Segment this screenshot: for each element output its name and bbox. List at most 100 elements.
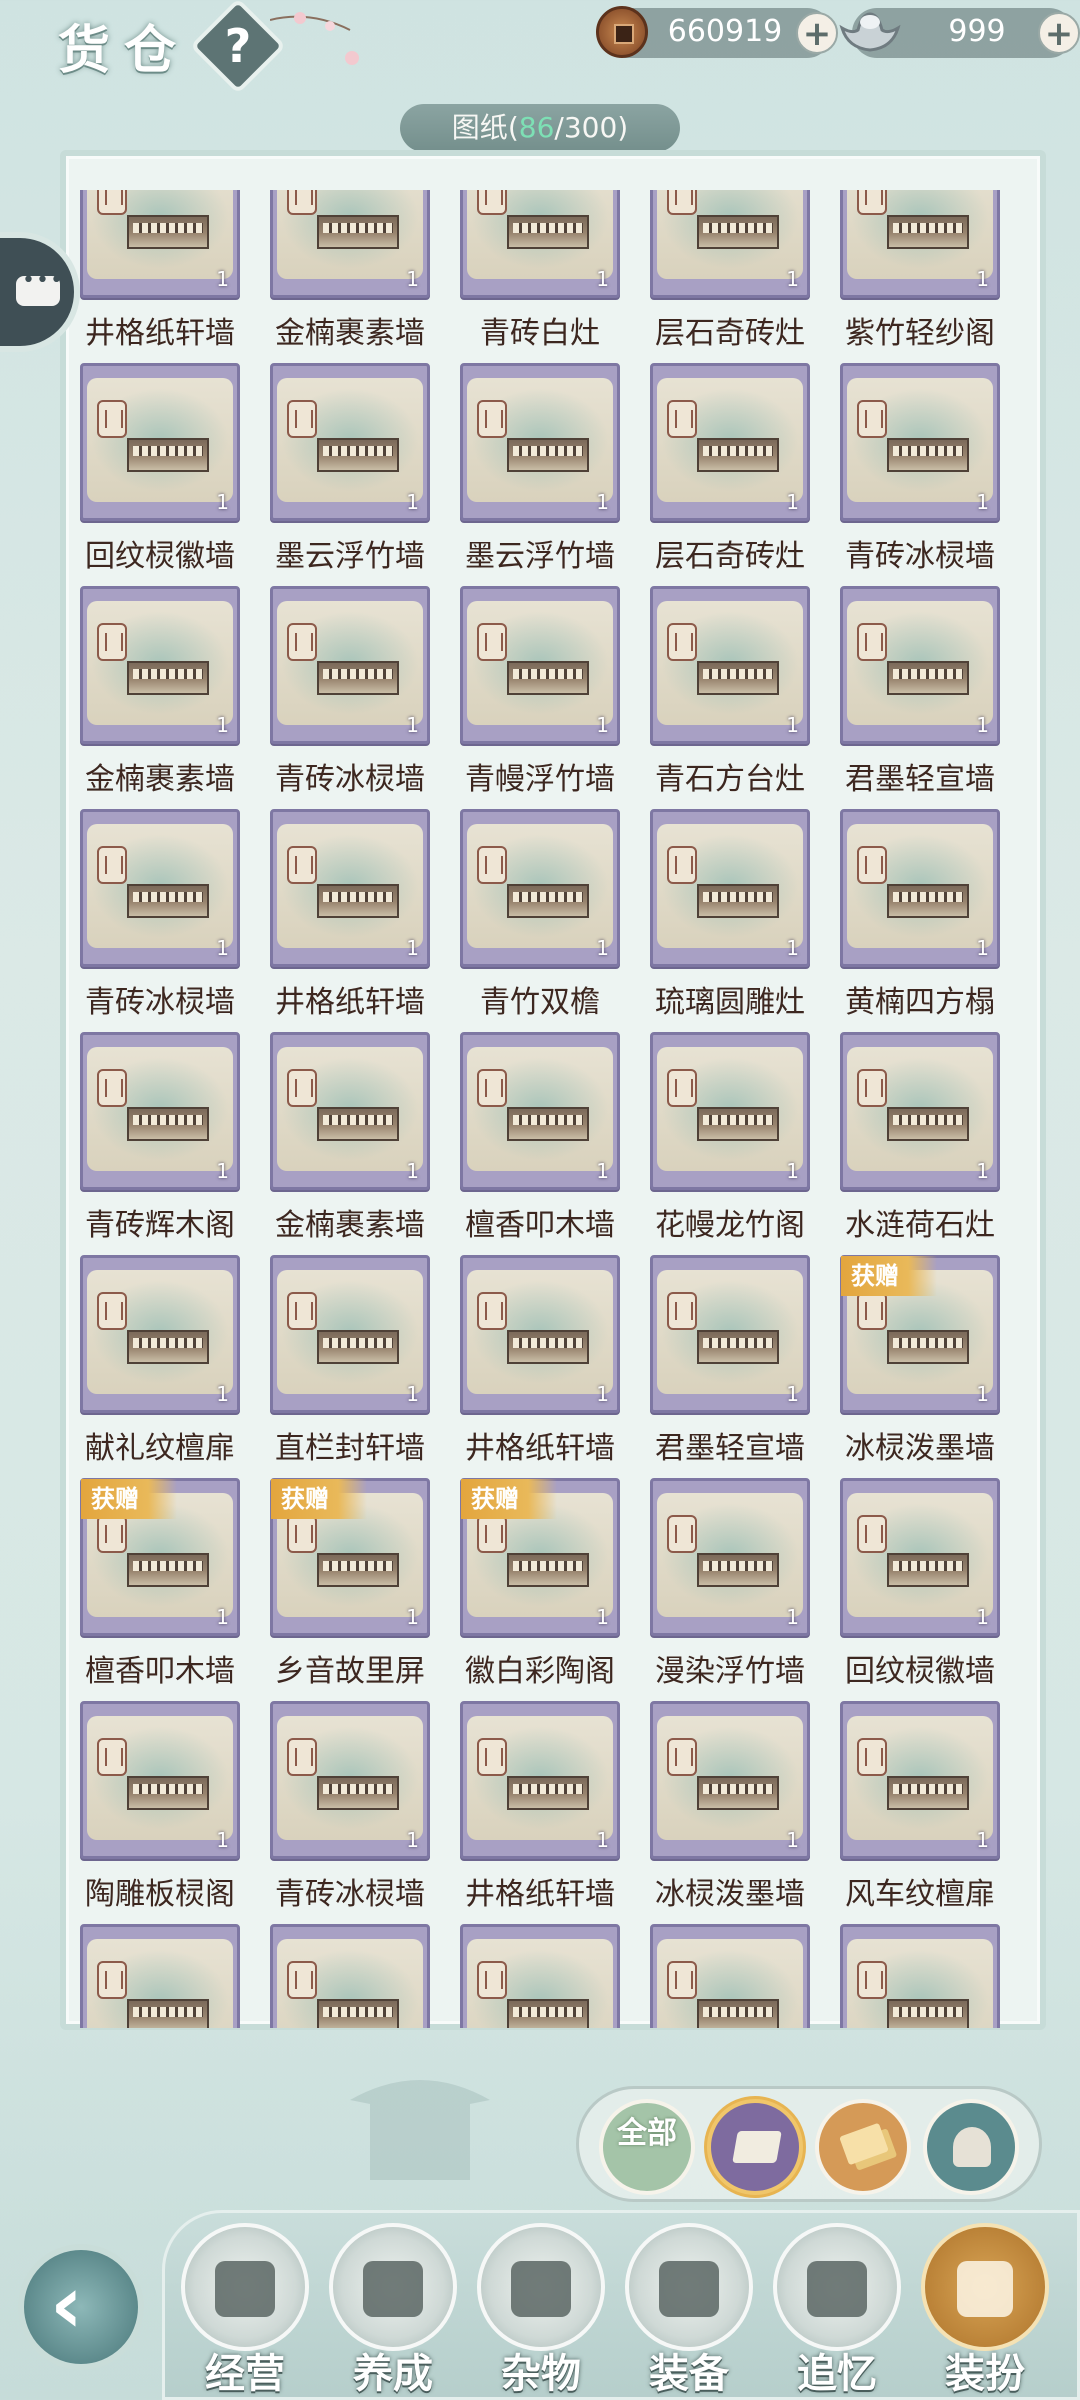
blueprint-card[interactable]: 1 bbox=[270, 363, 430, 521]
blueprint-card[interactable]: 1 bbox=[460, 809, 620, 967]
building-thumbnail bbox=[507, 1330, 589, 1364]
building-thumbnail bbox=[127, 1107, 209, 1141]
blueprint-card[interactable]: 1 bbox=[80, 1032, 240, 1190]
blueprint-card[interactable]: 1 bbox=[460, 586, 620, 744]
filter-material-button[interactable] bbox=[815, 2099, 911, 2195]
item-quantity: 1 bbox=[216, 267, 229, 291]
blueprint-card[interactable]: 1 获赠 bbox=[80, 1478, 240, 1636]
blueprint-card[interactable]: 1 bbox=[460, 363, 620, 521]
building-thumbnail bbox=[697, 1776, 779, 1810]
blueprint-card[interactable]: 1 bbox=[270, 809, 430, 967]
seal-icon bbox=[857, 846, 887, 884]
blueprint-card[interactable]: 1 bbox=[650, 809, 810, 967]
item-quantity: 1 bbox=[596, 713, 609, 737]
nav-item-cultivate[interactable]: 养成 bbox=[323, 2223, 463, 2400]
item-name: 青砖冰棂墙 bbox=[275, 762, 425, 797]
add-coins-button[interactable]: + bbox=[796, 12, 838, 54]
filter-all-button[interactable]: 全部 bbox=[599, 2099, 695, 2195]
seal-icon bbox=[667, 1069, 697, 1107]
scroll-image bbox=[277, 1047, 423, 1171]
blueprint-card[interactable]: 1 bbox=[270, 1032, 430, 1190]
building-thumbnail bbox=[887, 1999, 969, 2028]
blueprint-card[interactable]: 1 bbox=[80, 1255, 240, 1413]
seal-icon bbox=[667, 1961, 697, 1999]
item-name: 井格纸轩墙 bbox=[465, 1877, 615, 1912]
item-name: 漫染浮竹墙 bbox=[655, 1654, 805, 1689]
item-name: 青石方台灶 bbox=[655, 762, 805, 797]
blueprint-card[interactable]: 1 bbox=[270, 1924, 430, 2028]
blueprint-card[interactable]: 1 bbox=[270, 190, 430, 298]
blueprint-card[interactable]: 1 bbox=[80, 363, 240, 521]
blueprint-card[interactable]: 1 bbox=[840, 1924, 1000, 2028]
bottom-nav: 经营 养成 杂物 装备 追忆 装扮 bbox=[162, 2210, 1080, 2400]
blueprint-card[interactable]: 1 bbox=[460, 1255, 620, 1413]
scroll-image bbox=[847, 1939, 993, 2028]
scroll-image bbox=[87, 1270, 233, 1394]
blueprint-card[interactable]: 1 获赠 bbox=[460, 1478, 620, 1636]
nav-item-memory[interactable]: 追忆 bbox=[767, 2223, 907, 2400]
item-quantity: 1 bbox=[786, 1159, 799, 1183]
item-name: 青竹双檐 bbox=[480, 985, 600, 1020]
nav-item-equipment[interactable]: 装备 bbox=[619, 2223, 759, 2400]
add-ingots-button[interactable]: + bbox=[1038, 12, 1080, 54]
blueprint-card[interactable]: 1 bbox=[650, 1032, 810, 1190]
blueprint-card[interactable]: 1 bbox=[80, 190, 240, 298]
nav-item-business[interactable]: 经营 bbox=[175, 2223, 315, 2400]
blueprint-card[interactable]: 1 bbox=[460, 1924, 620, 2028]
item-quantity: 1 bbox=[976, 267, 989, 291]
filter-blueprint-button[interactable] bbox=[707, 2099, 803, 2195]
blueprint-card[interactable]: 1 bbox=[840, 363, 1000, 521]
nav-item-misc[interactable]: 杂物 bbox=[471, 2223, 611, 2400]
blueprint-card[interactable]: 1 bbox=[650, 1478, 810, 1636]
item-name: 紫竹轻纱阁 bbox=[845, 316, 995, 351]
blueprint-card[interactable]: 1 bbox=[650, 1701, 810, 1859]
item-quantity: 1 bbox=[976, 490, 989, 514]
blueprint-card[interactable]: 1 bbox=[650, 1255, 810, 1413]
blueprint-card[interactable]: 1 bbox=[840, 1478, 1000, 1636]
item-name: 青砖辉木阁 bbox=[85, 1208, 235, 1243]
nav-item-decorate[interactable]: 装扮 bbox=[915, 2223, 1055, 2400]
scroll-image bbox=[277, 1939, 423, 2028]
blueprint-card[interactable]: 1 bbox=[80, 1924, 240, 2028]
blueprint-card[interactable]: 1 bbox=[460, 190, 620, 298]
blueprint-card[interactable]: 1 bbox=[840, 190, 1000, 298]
blueprint-grid[interactable]: 1 井格纸轩墙 1 金楠裹素墙 1 青砖白灶 1 层石奇砖灶 1 紫竹轻纱阁 1 回纹棂徽墙 1 墨云浮竹… bbox=[72, 190, 1012, 2028]
blueprint-card[interactable]: 1 bbox=[840, 586, 1000, 744]
item-name: 水涟荷石灶 bbox=[845, 1208, 995, 1243]
blueprint-card[interactable]: 1 bbox=[650, 1924, 810, 2028]
robe-icon bbox=[625, 2223, 753, 2351]
seal-icon bbox=[477, 1069, 507, 1107]
back-button[interactable]: ‹ bbox=[18, 2244, 144, 2370]
blueprint-card[interactable]: 1 获赠 bbox=[270, 1478, 430, 1636]
blueprint-card[interactable]: 1 bbox=[270, 1255, 430, 1413]
blueprint-card[interactable]: 1 bbox=[270, 1701, 430, 1859]
blueprint-card[interactable]: 1 获赠 bbox=[840, 1255, 1000, 1413]
blueprint-card[interactable]: 1 bbox=[270, 586, 430, 744]
blueprint-card[interactable]: 1 bbox=[460, 1701, 620, 1859]
blueprint-card[interactable]: 1 bbox=[80, 586, 240, 744]
blueprint-card[interactable]: 1 bbox=[840, 1701, 1000, 1859]
blueprint-card[interactable]: 1 bbox=[650, 363, 810, 521]
blueprint-card[interactable]: 1 bbox=[650, 586, 810, 744]
seal-icon bbox=[857, 1292, 887, 1330]
blueprint-card[interactable]: 1 bbox=[650, 190, 810, 298]
blueprint-card[interactable]: 1 bbox=[840, 809, 1000, 967]
item-quantity: 1 bbox=[596, 267, 609, 291]
seal-icon bbox=[857, 1515, 887, 1553]
scroll-image bbox=[847, 601, 993, 725]
filter-wood-button[interactable] bbox=[923, 2099, 1019, 2195]
item-quantity: 1 bbox=[406, 490, 419, 514]
blueprint-card[interactable]: 1 bbox=[840, 1032, 1000, 1190]
blueprint-card[interactable]: 1 bbox=[460, 1032, 620, 1190]
blueprint-card[interactable]: 1 bbox=[80, 809, 240, 967]
category-filter-bar: 全部 bbox=[576, 2086, 1042, 2202]
scroll-image bbox=[87, 601, 233, 725]
item-name: 青砖冰棂墙 bbox=[275, 1877, 425, 1912]
scroll-image bbox=[87, 1047, 233, 1171]
building-thumbnail bbox=[127, 1553, 209, 1587]
blueprint-card[interactable]: 1 bbox=[80, 1701, 240, 1859]
nav-label-business: 经营 bbox=[205, 2350, 285, 2397]
building-thumbnail bbox=[887, 884, 969, 918]
nav-label-decorate: 装扮 bbox=[945, 2350, 1025, 2397]
top-bar: 货仓 ? 660919 + 999 + bbox=[0, 0, 1080, 110]
